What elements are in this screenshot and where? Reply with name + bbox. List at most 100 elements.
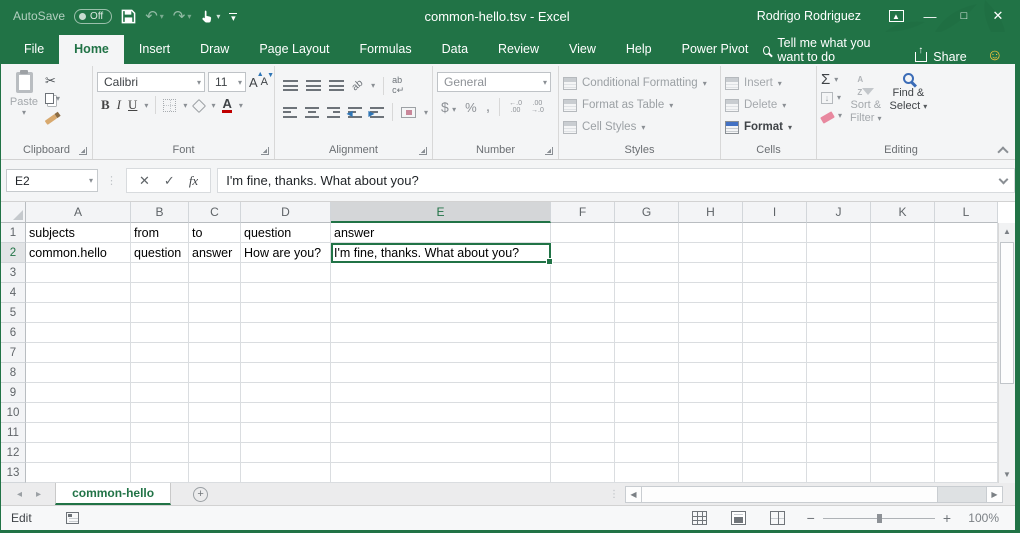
- formula-bar-splitter[interactable]: ⋮: [106, 174, 118, 187]
- cell-K1[interactable]: [871, 223, 935, 243]
- cell-G11[interactable]: [615, 423, 679, 443]
- cell-B12[interactable]: [131, 443, 189, 463]
- redo-button[interactable]: ↷ ▾: [173, 7, 192, 25]
- row-header-8[interactable]: 8: [1, 363, 26, 383]
- bold-button[interactable]: B: [101, 97, 110, 113]
- row-header-3[interactable]: 3: [1, 263, 26, 283]
- wrap-text-button[interactable]: abc↵: [392, 75, 404, 96]
- cell-H3[interactable]: [679, 263, 743, 283]
- cell-J12[interactable]: [807, 443, 871, 463]
- fill-dropdown-icon[interactable]: ▾: [837, 93, 841, 102]
- cell-L1[interactable]: [935, 223, 998, 243]
- top-align-button[interactable]: [283, 80, 298, 91]
- feedback-smiley-icon[interactable]: ☺: [987, 48, 1003, 64]
- cell-F1[interactable]: [551, 223, 615, 243]
- alignment-dialog-launcher-icon[interactable]: [419, 147, 427, 155]
- cell-L4[interactable]: [935, 283, 998, 303]
- cell-I1[interactable]: [743, 223, 807, 243]
- cell-E1[interactable]: answer: [331, 223, 551, 243]
- row-header-5[interactable]: 5: [1, 303, 26, 323]
- accounting-dropdown-icon[interactable]: ▾: [452, 105, 456, 114]
- row-header-2[interactable]: 2: [1, 243, 26, 263]
- cell-K5[interactable]: [871, 303, 935, 323]
- sort-filter-button[interactable]: AZ Sort & Filter ▾: [850, 72, 882, 142]
- underline-button[interactable]: U: [128, 97, 137, 113]
- cell-H12[interactable]: [679, 443, 743, 463]
- cell-I9[interactable]: [743, 383, 807, 403]
- macro-record-icon[interactable]: [66, 512, 79, 524]
- number-dialog-launcher-icon[interactable]: [545, 147, 553, 155]
- column-header-J[interactable]: J: [807, 202, 871, 223]
- align-right-button[interactable]: [327, 107, 341, 118]
- cell-G6[interactable]: [615, 323, 679, 343]
- font-family-select[interactable]: Calibri ▾: [97, 72, 205, 92]
- cell-D2[interactable]: How are you?: [241, 243, 331, 263]
- cell-E7[interactable]: [331, 343, 551, 363]
- cell-J11[interactable]: [807, 423, 871, 443]
- column-header-I[interactable]: I: [743, 202, 807, 223]
- cell-I2[interactable]: [743, 243, 807, 263]
- row-header-11[interactable]: 11: [1, 423, 26, 443]
- column-header-G[interactable]: G: [615, 202, 679, 223]
- cell-E12[interactable]: [331, 443, 551, 463]
- ribbon-display-options-button[interactable]: ▲: [879, 0, 913, 32]
- cell-C10[interactable]: [189, 403, 241, 423]
- cell-L7[interactable]: [935, 343, 998, 363]
- cell-A5[interactable]: [26, 303, 131, 323]
- clear-button[interactable]: ▾: [821, 108, 842, 123]
- cell-G4[interactable]: [615, 283, 679, 303]
- cell-C7[interactable]: [189, 343, 241, 363]
- cell-F5[interactable]: [551, 303, 615, 323]
- zoom-percentage[interactable]: 100%: [965, 511, 999, 525]
- cell-G1[interactable]: [615, 223, 679, 243]
- decrease-font-size-button[interactable]: A▼: [261, 76, 268, 88]
- cell-D1[interactable]: question: [241, 223, 331, 243]
- cell-A12[interactable]: [26, 443, 131, 463]
- cell-G5[interactable]: [615, 303, 679, 323]
- cell-J9[interactable]: [807, 383, 871, 403]
- cell-D13[interactable]: [241, 463, 331, 483]
- cell-B4[interactable]: [131, 283, 189, 303]
- cell-K11[interactable]: [871, 423, 935, 443]
- cell-A10[interactable]: [26, 403, 131, 423]
- cell-J8[interactable]: [807, 363, 871, 383]
- cell-K10[interactable]: [871, 403, 935, 423]
- fill-button[interactable]: ↓▾: [821, 90, 842, 105]
- column-header-E[interactable]: E: [331, 202, 551, 223]
- cell-G3[interactable]: [615, 263, 679, 283]
- cell-K12[interactable]: [871, 443, 935, 463]
- cell-G8[interactable]: [615, 363, 679, 383]
- cell-E5[interactable]: [331, 303, 551, 323]
- font-color-button[interactable]: A: [222, 97, 231, 113]
- name-box-dropdown-icon[interactable]: ▾: [89, 176, 93, 185]
- cell-K13[interactable]: [871, 463, 935, 483]
- cell-G2[interactable]: [615, 243, 679, 263]
- column-header-A[interactable]: A: [26, 202, 131, 223]
- row-header-1[interactable]: 1: [1, 223, 26, 243]
- cell-E6[interactable]: [331, 323, 551, 343]
- cell-E2[interactable]: I'm fine, thanks. What about you?: [331, 243, 551, 263]
- middle-align-button[interactable]: [306, 80, 321, 91]
- cell-B7[interactable]: [131, 343, 189, 363]
- tab-page-layout[interactable]: Page Layout: [244, 35, 344, 64]
- copy-dropdown-icon[interactable]: ▾: [56, 94, 60, 103]
- copy-button[interactable]: ▾: [45, 91, 60, 106]
- conditional-formatting-button[interactable]: Conditional Formatting ▾: [563, 73, 716, 93]
- cell-K4[interactable]: [871, 283, 935, 303]
- cell-I7[interactable]: [743, 343, 807, 363]
- share-button[interactable]: Share: [915, 50, 966, 64]
- cell-L11[interactable]: [935, 423, 998, 443]
- minimize-button[interactable]: —: [913, 0, 947, 32]
- format-cells-button[interactable]: Format ▾: [725, 117, 812, 137]
- align-left-button[interactable]: [283, 107, 297, 118]
- vertical-scroll-thumb[interactable]: [1000, 242, 1014, 384]
- touch-mode-dropdown-icon[interactable]: ▾: [216, 12, 220, 21]
- new-sheet-button[interactable]: +: [193, 483, 208, 505]
- scroll-left-icon[interactable]: ◀: [625, 486, 642, 503]
- tab-home[interactable]: Home: [59, 35, 124, 64]
- underline-dropdown-icon[interactable]: ▾: [144, 101, 148, 110]
- tab-view[interactable]: View: [554, 35, 611, 64]
- cell-A7[interactable]: [26, 343, 131, 363]
- cell-H9[interactable]: [679, 383, 743, 403]
- column-header-B[interactable]: B: [131, 202, 189, 223]
